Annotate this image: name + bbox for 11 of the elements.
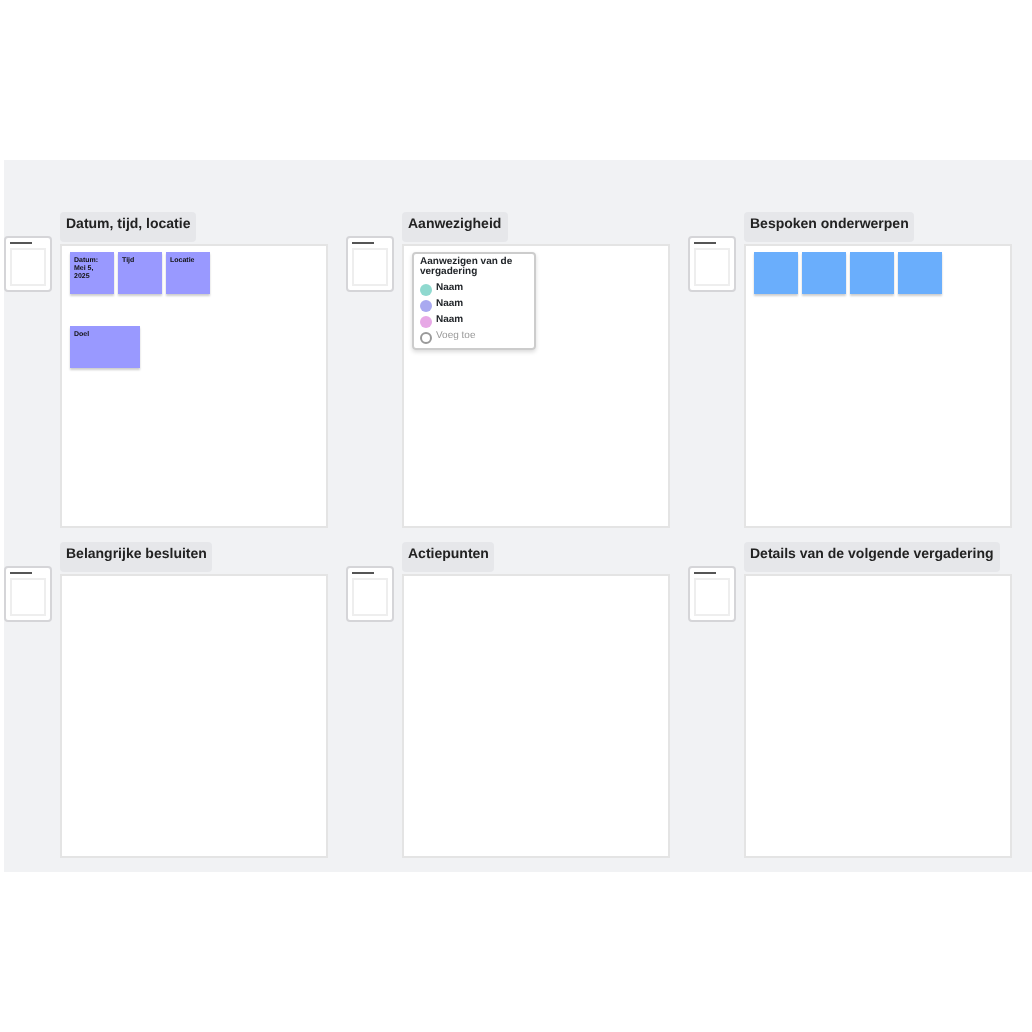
template-thumbnail[interactable] xyxy=(346,566,394,622)
sticky-note[interactable] xyxy=(850,251,894,293)
template-thumbnail[interactable] xyxy=(4,236,52,292)
sticky-note[interactable] xyxy=(898,251,942,293)
sticky-note[interactable] xyxy=(802,251,846,293)
template-thumbnail[interactable] xyxy=(4,566,52,622)
add-person-icon xyxy=(420,331,432,343)
sticky-note[interactable] xyxy=(754,251,798,293)
template-thumbnail[interactable] xyxy=(346,236,394,292)
template-thumbnail[interactable] xyxy=(688,566,736,622)
template-thumbnail[interactable] xyxy=(688,236,736,292)
